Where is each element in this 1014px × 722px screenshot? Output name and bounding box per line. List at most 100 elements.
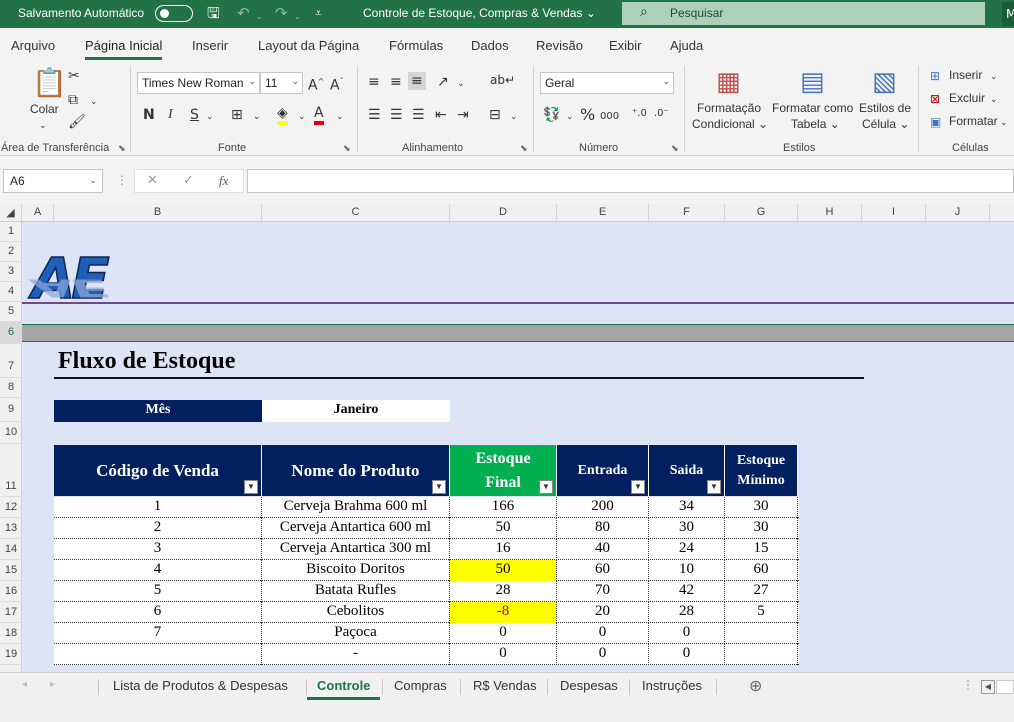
font-color-dropdown-icon[interactable]: ⌄ [336,109,344,125]
document-title[interactable]: Controle de Estoque, Compras & Vendas ⌄ [363,6,596,20]
table-row[interactable]: 6 Cebolitos -8 20 28 5 [54,602,799,623]
font-launcher-icon[interactable]: ⬊ [343,144,351,154]
filter-dropdown-icon[interactable]: ▼ [539,480,553,494]
orientation-dropdown-icon[interactable]: ⌄ [457,76,465,92]
copy-dropdown-icon[interactable]: ⌄ [90,94,98,110]
cell-codigo[interactable]: 2 [54,518,262,539]
tab-formulas[interactable]: Fórmulas [389,38,443,53]
insert-dropdown-icon[interactable]: ⌄ [990,69,998,85]
filter-dropdown-icon[interactable]: ▼ [432,480,446,494]
row-header[interactable]: 9 [0,398,22,422]
paste-label[interactable]: Colar [30,102,59,117]
cell-saida[interactable]: 28 [649,602,725,623]
redo-icon[interactable]: ↷ [275,4,288,22]
percent-icon[interactable]: % [580,107,595,123]
conditional-formatting-icon[interactable]: ▦ [716,68,741,96]
sheet-tab-controle[interactable]: Controle [306,678,381,700]
row-header-selected[interactable]: 6 [0,322,22,344]
tab-layout-da-pagina[interactable]: Layout da Página [258,38,359,53]
col-header-a[interactable]: A [22,204,54,222]
cell-entrada[interactable]: 60 [557,560,649,581]
cell-codigo[interactable]: 7 [54,623,262,644]
row-header[interactable]: 4 [0,282,22,302]
paste-dropdown-icon[interactable]: ⌄ [39,118,47,134]
tab-revisao[interactable]: Revisão [536,38,583,53]
cell-saida[interactable]: 0 [649,623,725,644]
borders-dropdown-icon[interactable]: ⌄ [253,109,261,125]
cell-nome[interactable]: - [262,644,450,665]
cell-estoque-final[interactable]: 166 [450,497,557,518]
cell-nome[interactable]: Cebolitos [262,602,450,623]
conditional-formatting-label-2[interactable]: Condicional ⌄ [692,117,768,132]
increase-decimal-icon[interactable]: ⁺.0 [632,106,647,122]
header-nome-produto[interactable]: Nome do Produto ▼ [262,445,450,496]
cell-entrada[interactable]: 0 [557,623,649,644]
cell-nome[interactable]: Biscoito Doritos [262,560,450,581]
row-header[interactable]: 8 [0,378,22,398]
cell-nome[interactable]: Cerveja Antartica 300 ml [262,539,450,560]
header-codigo-venda[interactable]: Código de Venda ▼ [54,445,262,496]
row-header[interactable]: 7 [0,344,22,378]
filter-dropdown-icon[interactable]: ▼ [244,480,258,494]
cell-nome[interactable]: Paçoca [262,623,450,644]
cell-codigo[interactable] [54,644,262,665]
row-header[interactable]: 16 [0,581,22,602]
header-saida[interactable]: Saida ▼ [649,445,725,496]
sheet-tab-lista-produtos[interactable]: Lista de Produtos & Despesas [113,678,288,693]
increase-font-icon[interactable]: A^ [308,74,324,94]
align-center-icon[interactable]: ☰ [390,107,403,123]
orientation-icon[interactable]: ↗ [437,74,449,90]
cell-estoque-min[interactable]: 27 [725,581,798,602]
tab-pagina-inicial[interactable]: Página Inicial [85,38,163,60]
undo-icon[interactable]: ↶ [237,4,250,22]
header-estoque-minimo[interactable]: Estoque Mínimo [725,445,798,496]
cell-estoque-final[interactable]: 28 [450,581,557,602]
format-as-table-label-2[interactable]: Tabela ⌄ [791,117,840,132]
format-cells-icon[interactable]: ▣ [930,114,941,130]
cell-codigo[interactable]: 5 [54,581,262,602]
row-header[interactable]: 2 [0,242,22,262]
col-header-h[interactable]: H [798,204,862,222]
table-row[interactable]: 5 Batata Rufles 28 70 42 27 [54,581,799,602]
sheet-tab-compras[interactable]: Compras [394,678,447,693]
formula-input[interactable] [247,169,1014,193]
month-label[interactable]: Mês [54,400,262,422]
cell-entrada[interactable]: 20 [557,602,649,623]
row-header[interactable]: 18 [0,623,22,644]
align-middle-icon[interactable]: ≡ [390,74,402,90]
row-header[interactable]: 10 [0,422,22,444]
hscroll-left-icon[interactable]: ◀ [981,680,995,694]
cell-estoque-final[interactable]: 50 [450,560,557,581]
redo-dropdown-icon[interactable]: ⌄ [294,8,301,26]
col-header-g[interactable]: G [725,204,798,222]
col-header-d[interactable]: D [450,204,557,222]
cell-estoque-final[interactable]: 0 [450,623,557,644]
merge-center-icon[interactable]: ⊟ [489,107,501,123]
fill-color-icon[interactable]: ◈ [277,105,288,125]
row-header[interactable]: 14 [0,539,22,560]
cell-estoque-min[interactable] [725,623,798,644]
horizontal-scrollbar[interactable] [996,680,1014,694]
select-all-corner[interactable]: ◢ [0,204,22,222]
sheet-tab-vendas[interactable]: R$ Vendas [473,678,537,693]
fill-color-dropdown-icon[interactable]: ⌄ [298,109,306,125]
tab-ajuda[interactable]: Ajuda [670,38,703,53]
cell-estoque-final[interactable]: -8 [450,602,557,623]
sheet-tab-despesas[interactable]: Despesas [560,678,618,693]
row-header[interactable]: 12 [0,497,22,518]
row-header[interactable]: 19 [0,644,22,665]
insert-cells-icon[interactable]: ⊞ [930,68,940,84]
align-top-icon[interactable]: ≡ [368,74,380,90]
worksheet[interactable]: AE AE Fluxo de Estoque Mês Janeiro Códig… [22,222,1014,672]
cell-estoque-min[interactable]: 30 [725,497,798,518]
decrease-indent-icon[interactable]: ⇤ [435,107,447,123]
cell-styles-label-1[interactable]: Estilos de [859,101,911,116]
decrease-font-icon[interactable]: Aˇ [330,74,344,94]
conditional-formatting-label-1[interactable]: Formatação [697,101,761,116]
cell-entrada[interactable]: 70 [557,581,649,602]
bold-button[interactable]: N [143,107,155,123]
currency-icon[interactable]: 💱 [543,107,560,123]
cell-saida[interactable]: 24 [649,539,725,560]
tab-arquivo[interactable]: Arquivo [11,38,55,53]
col-header-b[interactable]: B [54,204,262,222]
